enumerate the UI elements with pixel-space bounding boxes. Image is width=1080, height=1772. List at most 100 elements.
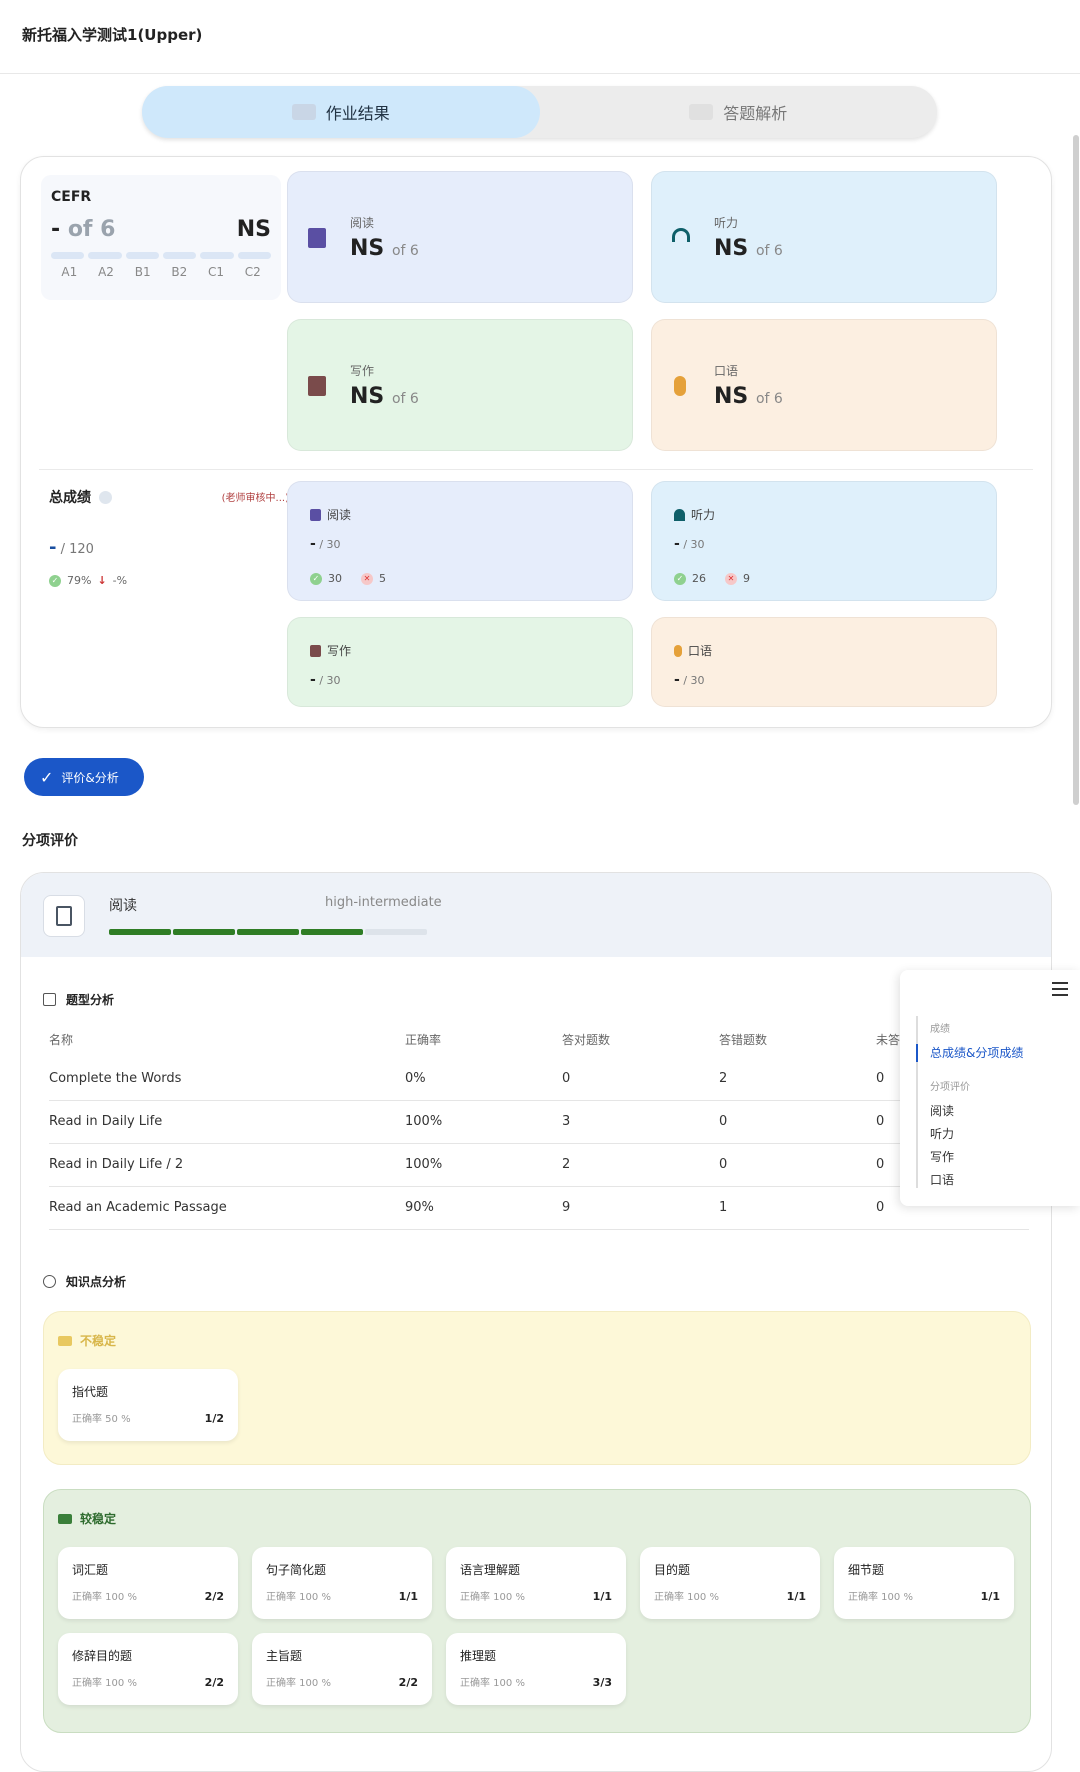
cube-icon — [43, 1275, 56, 1288]
section-card-listening[interactable]: 听力 - / 30 ✓ 26 ✕ 9 — [651, 481, 997, 601]
section-value: - — [310, 672, 316, 688]
cefr-label: CEFR — [51, 189, 92, 205]
divider — [39, 469, 1033, 470]
eval-analysis-button[interactable]: ✓ 评价&分析 — [24, 758, 144, 796]
section-name: 口语 — [688, 644, 713, 658]
skill-score: NS — [350, 236, 385, 261]
skill-of: of 6 — [391, 243, 419, 259]
microphone-icon — [674, 644, 682, 657]
total-score: 总成绩 (老师审核中...) - / 120 ✓ 79% ↓ -% — [49, 487, 289, 587]
tab-label: 答题解析 — [723, 104, 788, 123]
reading-name: 阅读 — [109, 898, 137, 914]
checkmark-icon: ✓ — [40, 767, 54, 787]
toc-line — [916, 1016, 918, 1188]
group-label: 较稳定 — [80, 1512, 117, 1526]
toc-toggle-icon[interactable] — [1052, 982, 1068, 996]
section-title: 分项评价 — [22, 833, 78, 849]
reading-header: 阅读 high-intermediate — [21, 873, 1051, 957]
cefr-level: C1 — [208, 265, 225, 279]
review-status: (老师审核中...) — [221, 493, 289, 504]
info-icon[interactable] — [99, 490, 112, 504]
page-title: 新托福入学测试1(Upper) — [0, 0, 1080, 74]
section-value: - — [310, 536, 316, 552]
knowledge-card[interactable]: 词汇题 正确率 100 % 2/2 — [58, 1547, 238, 1619]
knowledge-card[interactable]: 语言理解题 正确率 100 % 1/1 — [446, 1547, 626, 1619]
analysis-icon — [689, 104, 714, 120]
section-wrong: 9 — [743, 572, 750, 585]
pencil-note-icon — [310, 644, 321, 657]
section-max: / 30 — [683, 538, 705, 551]
check-icon: ✓ — [310, 572, 322, 585]
toc-item-speaking[interactable]: 口语 — [930, 1171, 954, 1188]
headphones-icon — [672, 228, 690, 242]
section-card-speaking[interactable]: 口语 - / 30 — [651, 617, 997, 707]
section-correct: 26 — [692, 572, 706, 585]
cefr-value: NS — [236, 217, 271, 242]
knowledge-card[interactable]: 句子简化题 正确率 100 % 1/1 — [252, 1547, 432, 1619]
check-icon: ✓ — [49, 574, 61, 587]
total-change: -% — [112, 574, 128, 587]
knowledge-card[interactable]: 推理题 正确率 100 % 3/3 — [446, 1633, 626, 1705]
knowledge-card[interactable]: 修辞目的题 正确率 100 % 2/2 — [58, 1633, 238, 1705]
table-row: Read an Academic Passage 90% 9 1 0 — [49, 1186, 1029, 1230]
knowledge-card[interactable]: 目的题 正确率 100 % 1/1 — [640, 1547, 820, 1619]
section-name: 写作 — [327, 644, 352, 658]
progress-segment — [109, 929, 171, 935]
level-progress — [109, 929, 427, 935]
section-wrong: 5 — [379, 572, 386, 585]
total-max: / 120 — [60, 542, 94, 557]
toc-item-writing[interactable]: 写作 — [930, 1148, 954, 1165]
skill-card-listening[interactable]: 听力 NS of 6 — [651, 171, 997, 303]
tab-result[interactable]: 作业结果 — [142, 86, 540, 138]
col-header: 答对题数 — [562, 1032, 611, 1047]
toc-item-reading[interactable]: 阅读 — [930, 1102, 954, 1119]
toc-item-listening[interactable]: 听力 — [930, 1125, 954, 1142]
progress-segment — [173, 929, 235, 935]
skill-card-writing[interactable]: 写作 NS of 6 — [287, 319, 633, 451]
book-icon — [308, 228, 326, 248]
total-accuracy: 79% — [67, 574, 92, 587]
hierarchy-icon — [43, 993, 56, 1006]
skill-name: 听力 — [714, 216, 739, 230]
skill-name: 阅读 — [350, 216, 375, 230]
reading-eval-panel: 阅读 high-intermediate 题型分析 名称 正确率 答对题数 答错… — [20, 872, 1052, 1772]
pencil-note-icon — [308, 376, 326, 396]
skill-of: of 6 — [391, 391, 419, 407]
skill-card-reading[interactable]: 阅读 NS of 6 — [287, 171, 633, 303]
scrollbar[interactable] — [1073, 135, 1079, 805]
knowledge-card[interactable]: 主旨题 正确率 100 % 2/2 — [252, 1633, 432, 1705]
tab-analysis[interactable]: 答题解析 — [540, 86, 938, 138]
toc-group: 成绩 — [930, 1024, 950, 1035]
skill-of: of 6 — [755, 391, 783, 407]
section-card-reading[interactable]: 阅读 - / 30 ✓ 30 ✕ 5 — [287, 481, 633, 601]
skill-card-speaking[interactable]: 口语 NS of 6 — [651, 319, 997, 451]
tab-bar: 作业结果 答题解析 — [142, 86, 937, 138]
stable-group: 较稳定 词汇题 正确率 100 % 2/2 句子简化题 正确率 100 % 1/1 语言… — [43, 1489, 1031, 1733]
cefr-level: C2 — [244, 265, 261, 279]
cross-icon: ✕ — [361, 572, 373, 585]
progress-segment — [301, 929, 363, 935]
cross-icon: ✕ — [725, 572, 737, 585]
headphones-icon — [674, 508, 685, 521]
section-name: 阅读 — [327, 508, 352, 522]
section-value: - — [674, 672, 680, 688]
table-row: Read in Daily Life / 2 100% 2 0 0 — [49, 1143, 1029, 1187]
skill-score: NS — [714, 236, 749, 261]
result-icon — [291, 104, 316, 120]
eval-button-label: 评价&分析 — [61, 770, 119, 785]
toc-active-marker — [916, 1044, 918, 1062]
toc-item-total[interactable]: 总成绩&分项成绩 — [930, 1044, 1023, 1061]
knowledge-card[interactable]: 细节题 正确率 100 % 1/1 — [834, 1547, 1014, 1619]
section-card-writing[interactable]: 写作 - / 30 — [287, 617, 633, 707]
progress-segment — [365, 929, 427, 935]
section-max: / 30 — [683, 674, 705, 687]
table-of-contents: 成绩 总成绩&分项成绩 分项评价 阅读 听力 写作 口语 — [900, 970, 1080, 1206]
cefr-of: of 6 — [67, 217, 116, 242]
knowledge-card[interactable]: 指代题 正确率 50 % 1/2 — [58, 1369, 238, 1441]
cefr-card: CEFR - of 6 NS A1 A2 B1 B2 C1 C2 — [41, 175, 281, 300]
knowledge-analysis-heading: 知识点分析 — [43, 1273, 126, 1290]
col-header: 答错题数 — [719, 1032, 768, 1047]
table-row: Read in Daily Life 100% 3 0 0 — [49, 1100, 1029, 1144]
section-value: - — [674, 536, 680, 552]
question-analysis-heading: 题型分析 — [43, 991, 114, 1008]
